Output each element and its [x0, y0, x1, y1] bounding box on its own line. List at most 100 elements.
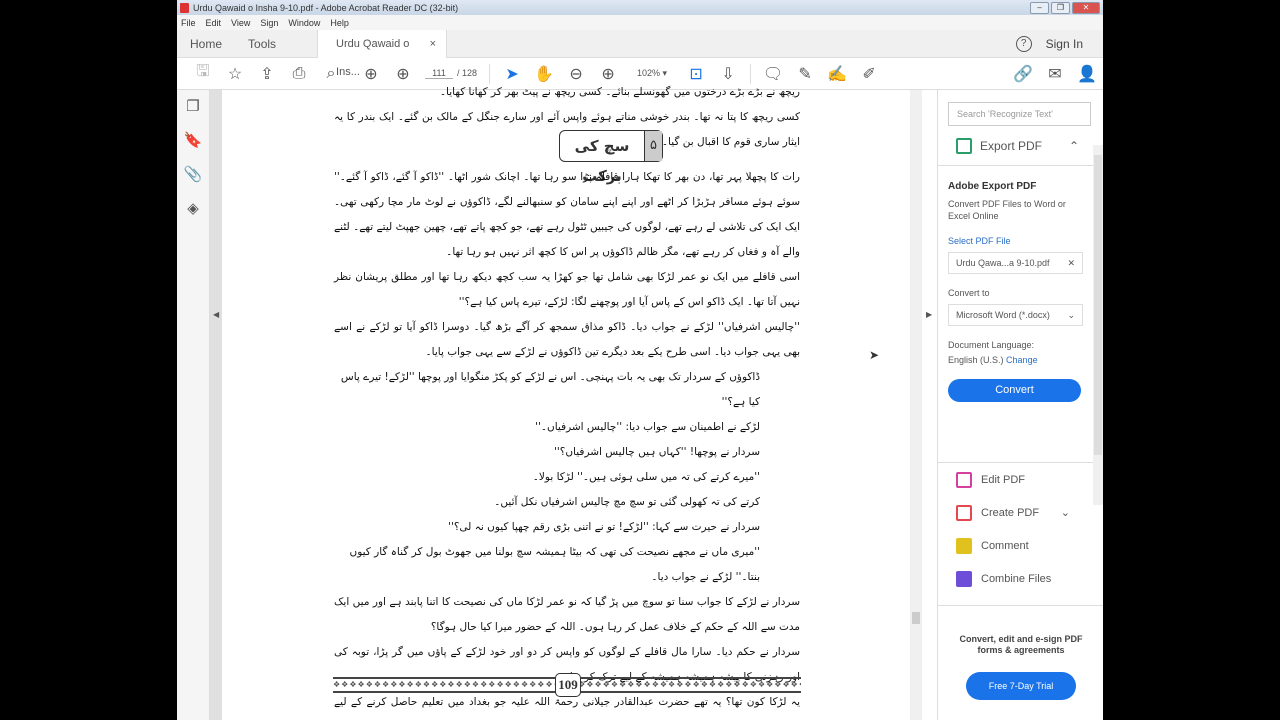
- file-name: Urdu Qawa...a 9-10.pdf: [956, 258, 1050, 268]
- create-pdf-icon: [956, 504, 972, 521]
- zoom-level-select[interactable]: 102% ▾: [624, 68, 680, 79]
- scrollbar-thumb[interactable]: [912, 612, 920, 624]
- tool-combine-files[interactable]: Combine Files: [938, 562, 1094, 595]
- page-thumbnails-icon[interactable]: ❐: [177, 90, 209, 124]
- tool-label: Edit PDF: [981, 473, 1026, 486]
- document-viewer[interactable]: ریچھ نے بڑے بڑے درختوں میں گھونسلے بنائے…: [210, 86, 922, 720]
- acrobat-app-icon: [180, 2, 189, 13]
- tool-label: Comment: [981, 539, 1029, 552]
- window-title: Urdu Qawaid o Insha 9-10.pdf - Adobe Acr…: [193, 2, 459, 13]
- trial-promo: Convert, edit and e-sign PDF forms & agr…: [938, 605, 1103, 720]
- page-text-body: رات کا پچھلا پہر تھا، دن بھر کا تھکا ہار…: [334, 165, 800, 720]
- page-total: / 128: [457, 68, 478, 78]
- minimize-button[interactable]: –: [1030, 1, 1049, 14]
- menu-edit[interactable]: Edit: [206, 18, 222, 28]
- tool-create-pdf[interactable]: Create PDF ⌄: [938, 496, 1094, 529]
- adobe-export-title: Adobe Export PDF: [948, 181, 1037, 192]
- title-bar: Urdu Qawaid o Insha 9-10.pdf - Adobe Acr…: [177, 0, 1103, 15]
- paragraph: رات کا پچھلا پہر تھا، دن بھر کا تھکا ہار…: [334, 171, 800, 258]
- printed-page-number: 109: [555, 673, 581, 697]
- tab-bar: Home Tools Urdu Qawaid o Ins... × ? Sign…: [177, 29, 1103, 78]
- tools-list: Edit PDF Create PDF ⌄ Comment Combine Fil…: [938, 462, 1094, 595]
- export-pdf-label: Export PDF: [980, 138, 1043, 153]
- menu-bar: File Edit View Sign Window Help: [177, 15, 1103, 30]
- export-pdf-icon: [956, 137, 972, 154]
- chevron-down-icon: ⌄: [1067, 310, 1075, 320]
- tool-label: Combine Files: [981, 572, 1052, 585]
- tab-document[interactable]: Urdu Qawaid o Ins... ×: [317, 29, 448, 78]
- dialogue-line: ''میرے کرتے کی تہ میں سلی ہوئی ہیں۔'' لڑ…: [532, 471, 760, 483]
- clear-file-icon[interactable]: ✕: [1067, 258, 1075, 268]
- lesson-heading: ۵ سچ کی برکت: [559, 130, 663, 185]
- convert-to-label: Convert to: [948, 288, 990, 298]
- dialogue-line: سردار نے پوچھا! ''کہاں ہیں چالیس اشرفیاں…: [554, 446, 760, 458]
- email-icon[interactable]: ✉: [1039, 64, 1071, 84]
- free-trial-button[interactable]: Free 7-Day Trial: [966, 672, 1076, 700]
- tab-close-icon[interactable]: ×: [430, 30, 436, 58]
- tool-comment[interactable]: Comment: [938, 529, 1094, 562]
- lesson-title: سچ کی برکت: [574, 137, 630, 185]
- tab-home[interactable]: Home: [177, 30, 235, 58]
- change-language-link[interactable]: Change: [1006, 355, 1038, 365]
- selected-file-field[interactable]: Urdu Qawa...a 9-10.pdf ✕: [948, 252, 1083, 274]
- layers-icon[interactable]: ◈: [177, 192, 209, 226]
- print-icon[interactable]: ⎙: [283, 65, 315, 83]
- restore-button[interactable]: ❐: [1051, 1, 1070, 14]
- dialogue-line: کرتے کی تہ کھولی گئی تو سچ مچ چالیس اشرف…: [494, 496, 760, 508]
- page-number-input[interactable]: 111: [425, 68, 453, 79]
- share-link-icon[interactable]: 🔗: [1007, 64, 1039, 84]
- promo-text: Convert, edit and e-sign PDF forms & agr…: [959, 634, 1083, 655]
- tab-document-label: Urdu Qawaid o Ins...: [336, 37, 410, 78]
- chevron-up-icon[interactable]: ⌃: [1069, 139, 1079, 153]
- language-value: English (U.S.): [948, 355, 1004, 365]
- bookmarks-icon[interactable]: 🔖: [177, 124, 209, 158]
- collapse-left-pane-icon[interactable]: ◀: [213, 310, 219, 319]
- menu-help[interactable]: Help: [330, 18, 349, 28]
- pdf-page: ریچھ نے بڑے بڑے درختوں میں گھونسلے بنائے…: [222, 86, 910, 720]
- lesson-number: ۵: [644, 131, 662, 161]
- export-pdf-section-header[interactable]: Export PDF ⌃: [938, 126, 1093, 166]
- format-select[interactable]: Microsoft Word (*.docx) ⌄: [948, 304, 1083, 326]
- convert-button[interactable]: Convert: [948, 379, 1081, 402]
- sign-in-button[interactable]: Sign In: [1046, 37, 1083, 51]
- tab-tools[interactable]: Tools: [235, 30, 289, 58]
- edit-pdf-icon: [956, 471, 972, 488]
- document-scrollbar[interactable]: [910, 90, 922, 720]
- collapse-right-pane-icon[interactable]: ▶: [926, 310, 932, 319]
- add-user-icon[interactable]: 👤: [1071, 64, 1103, 84]
- help-icon[interactable]: ?: [1015, 35, 1032, 52]
- combine-files-icon: [956, 570, 972, 587]
- attachments-icon[interactable]: 📎: [177, 158, 209, 192]
- left-navigation-pane: ❐ 🔖 📎 ◈: [177, 90, 210, 720]
- acrobat-window: Urdu Qawaid o Insha 9-10.pdf - Adobe Acr…: [177, 0, 1103, 720]
- text-line: ریچھ نے بڑے بڑے درختوں میں گھونسلے بنائے…: [439, 86, 800, 98]
- export-pdf-panel: Adobe Export PDF Convert PDF Files to Wo…: [938, 166, 1103, 365]
- select-pdf-file-link[interactable]: Select PDF File: [948, 236, 1083, 246]
- upload-cloud-icon[interactable]: ⇪: [251, 64, 283, 84]
- paragraph: ''چالیس اشرفیاں'' لڑکے نے جواب دیا۔ ڈاکو…: [334, 321, 800, 358]
- right-tools-pane: Search 'Recognize Text' Export PDF ⌃ Ado…: [937, 90, 1103, 720]
- dialogue-line: لڑکے نے اطمینان سے جواب دیا: ''چالیس اشر…: [535, 421, 760, 433]
- menu-file[interactable]: File: [181, 18, 196, 28]
- scrollbar-thumb[interactable]: [1094, 155, 1102, 455]
- comment-icon: [956, 537, 972, 554]
- menu-window[interactable]: Window: [288, 18, 320, 28]
- dialogue-line: ''میری ماں نے مجھے نصیحت کی تھی کہ بیٹا …: [349, 546, 761, 583]
- format-value: Microsoft Word (*.docx): [956, 310, 1050, 320]
- dialogue-line: سردار نے حیرت سے کہا: ''لڑکے! تو نے اتنی…: [448, 521, 760, 533]
- search-tools-input[interactable]: Search 'Recognize Text': [948, 102, 1091, 126]
- bookmark-star-icon[interactable]: ☆: [219, 64, 251, 84]
- tool-edit-pdf[interactable]: Edit PDF: [938, 463, 1094, 496]
- tool-label: Create PDF: [981, 506, 1040, 519]
- zoom-value: 102%: [637, 68, 661, 78]
- close-window-button[interactable]: ✕: [1072, 1, 1100, 14]
- adobe-export-description: Convert PDF Files to Word or Excel Onlin…: [948, 199, 1066, 221]
- menu-view[interactable]: View: [231, 18, 250, 28]
- tools-pane-scrollbar[interactable]: [1093, 145, 1103, 505]
- fill-sign-icon[interactable]: ✐: [853, 64, 885, 84]
- save-icon[interactable]: 🖫: [187, 60, 219, 87]
- sign-icon[interactable]: ✍: [821, 64, 853, 84]
- paragraph: اسی قافلے میں ایک نو عمر لڑکا بھی شامل ت…: [334, 271, 800, 308]
- menu-sign[interactable]: Sign: [260, 18, 278, 28]
- chevron-down-icon[interactable]: ⌄: [1061, 506, 1070, 519]
